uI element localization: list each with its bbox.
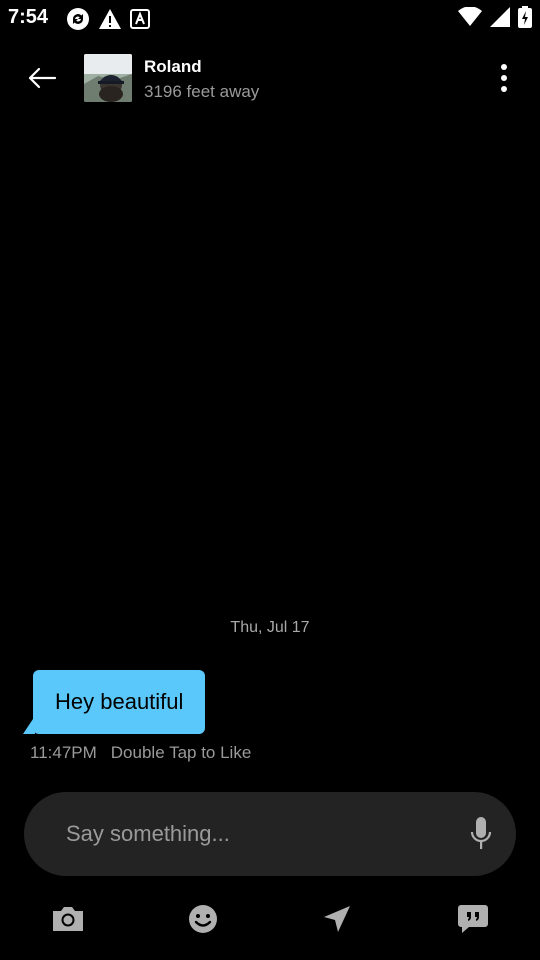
message-meta: 11:47PM Double Tap to Like [30, 743, 251, 763]
date-divider: Thu, Jul 17 [230, 619, 310, 636]
back-arrow-icon [28, 67, 57, 89]
microphone-icon [470, 817, 492, 849]
voice-record-button[interactable] [466, 816, 496, 852]
signal-icon [490, 7, 510, 32]
wifi-icon [458, 6, 482, 32]
message-bubble[interactable]: Hey beautiful [33, 670, 206, 734]
back-button[interactable] [20, 58, 64, 98]
battery-icon [518, 6, 532, 33]
font-icon [130, 9, 150, 34]
saved-phrases-button[interactable] [449, 895, 497, 943]
saved-phrases-icon [458, 905, 488, 933]
warning-icon [98, 8, 122, 35]
camera-button[interactable] [44, 895, 92, 943]
bottom-toolbar [0, 895, 540, 943]
contact-name[interactable]: Roland [144, 57, 202, 77]
contact-distance: 3196 feet away [144, 82, 260, 101]
overflow-menu-button[interactable] [484, 58, 524, 98]
emoji-icon [189, 905, 217, 933]
location-icon [324, 906, 350, 932]
like-hint: Double Tap to Like [110, 743, 252, 762]
message-time: 11:47PM [30, 743, 97, 762]
message-text: Hey beautiful [55, 689, 184, 714]
message-input[interactable] [66, 820, 446, 848]
status-time: 7:54 [8, 6, 49, 28]
status-bar: 7:54 [0, 0, 540, 36]
emoji-button[interactable] [179, 895, 227, 943]
sync-icon [66, 7, 90, 36]
avatar[interactable] [84, 54, 132, 102]
more-vertical-icon [501, 64, 507, 92]
send-location-button[interactable] [313, 895, 361, 943]
camera-icon [53, 907, 83, 931]
message-composer [24, 792, 516, 876]
chat-header: Roland 3196 feet away [0, 36, 540, 120]
